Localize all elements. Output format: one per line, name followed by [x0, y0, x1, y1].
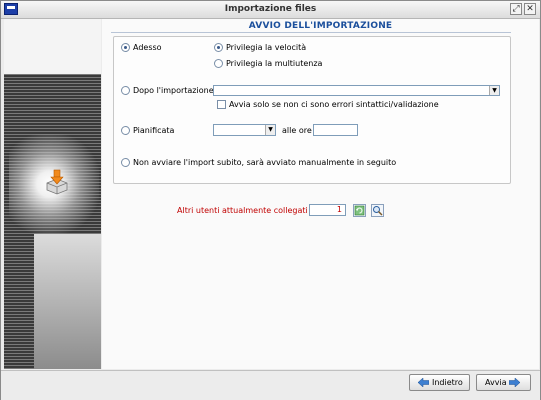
section-divider	[111, 32, 511, 33]
restore-icon[interactable]: ⤢	[510, 3, 522, 15]
title-bar: Importazione files ⤢ ✕	[1, 1, 540, 19]
label-dopo-importazione: Dopo l'importazione	[133, 86, 214, 95]
label-privilegia-multiutenza: Privilegia la multiutenza	[226, 59, 323, 68]
radio-dopo-importazione[interactable]	[121, 86, 130, 95]
window-title: Importazione files	[224, 4, 317, 14]
label-pianificata: Pianificata	[133, 126, 175, 135]
label-alle-ore: alle ore	[282, 126, 312, 135]
dopo-importazione-combo[interactable]: ▼	[213, 85, 500, 96]
back-label: Indietro	[432, 378, 463, 387]
start-button[interactable]: Avvia	[476, 374, 531, 391]
users-connected-label: Altri utenti attualmente collegati	[177, 206, 308, 215]
label-privilegia-velocita: Privilegia la velocità	[226, 43, 307, 52]
back-button[interactable]: Indietro	[409, 374, 470, 391]
pianificata-date-combo[interactable]: ▼	[213, 124, 276, 136]
radio-pianificata[interactable]	[121, 126, 130, 135]
start-label: Avvia	[485, 378, 507, 387]
radio-privilegia-multiutenza[interactable]	[214, 59, 223, 68]
label-avvia-solo-se: Avvia solo se non ci sono errori sintatt…	[229, 100, 439, 109]
radio-privilegia-velocita[interactable]	[214, 43, 223, 52]
search-users-button[interactable]	[371, 204, 384, 217]
import-window: Importazione files ⤢ ✕ AVVIO DELL'IMPORT…	[0, 0, 541, 400]
chevron-down-icon[interactable]: ▼	[265, 125, 275, 135]
radio-non-avviare[interactable]	[121, 158, 130, 167]
arrow-left-icon	[418, 378, 429, 387]
label-non-avviare: Non avviare l'import subito, sarà avviat…	[133, 158, 397, 167]
users-connected-count: 1	[309, 204, 346, 216]
side-illustration	[4, 19, 101, 369]
import-box-icon	[46, 169, 68, 195]
chevron-down-icon[interactable]: ▼	[489, 86, 499, 95]
refresh-button[interactable]	[353, 204, 366, 217]
arrow-right-icon	[509, 378, 520, 387]
radio-adesso[interactable]	[121, 43, 130, 52]
section-title: AVVIO DELL'IMPORTAZIONE	[248, 21, 393, 31]
pianificata-time-input[interactable]	[313, 124, 358, 136]
search-icon	[373, 206, 383, 216]
checkbox-avvia-solo-se[interactable]	[217, 100, 226, 109]
close-icon[interactable]: ✕	[524, 3, 536, 15]
refresh-icon	[354, 205, 365, 216]
label-adesso: Adesso	[133, 43, 162, 52]
